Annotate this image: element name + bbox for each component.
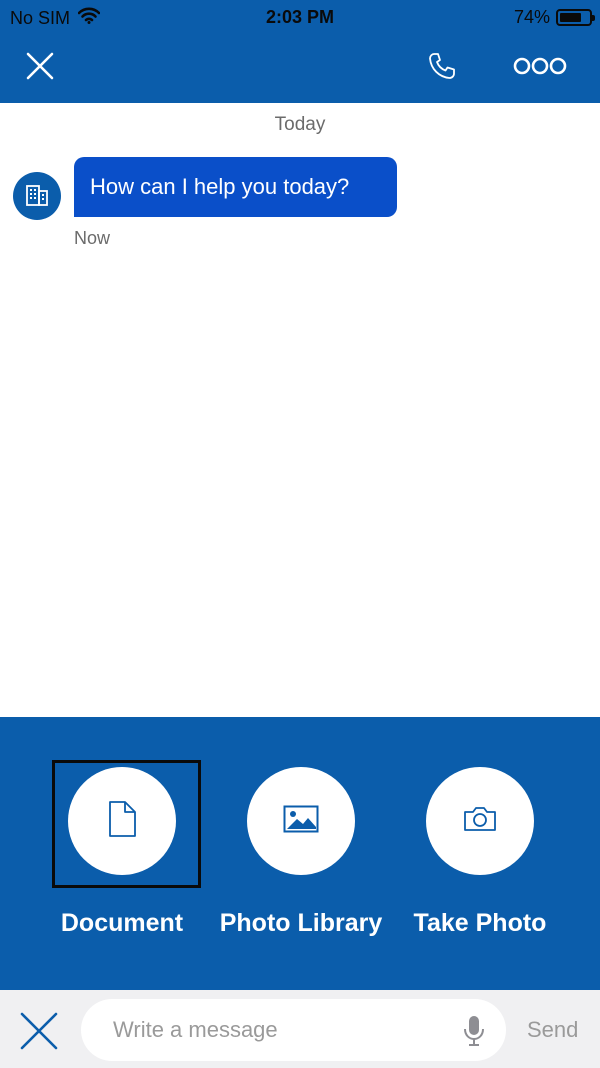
camera-icon bbox=[462, 805, 498, 838]
image-icon bbox=[283, 805, 319, 838]
battery-level bbox=[560, 13, 581, 22]
avatar bbox=[13, 172, 61, 220]
close-icon bbox=[18, 1012, 60, 1056]
close-attachments-button[interactable] bbox=[18, 1010, 60, 1052]
chat-area[interactable]: Today How can I help you today? Now bbox=[0, 103, 600, 717]
more-icon bbox=[513, 57, 567, 80]
take-photo-label: Take Photo bbox=[413, 909, 547, 937]
take-photo-button[interactable] bbox=[426, 767, 534, 875]
status-bar: No SIM 2:03 PM 74% bbox=[0, 0, 600, 34]
document-label: Document bbox=[60, 909, 184, 937]
status-right: 74% bbox=[513, 7, 595, 28]
message-time: Now bbox=[74, 228, 111, 248]
message-input[interactable] bbox=[81, 999, 506, 1061]
close-button[interactable] bbox=[14, 34, 66, 103]
photo-library-label: Photo Library bbox=[219, 909, 383, 937]
message-bubble[interactable]: How can I help you today? bbox=[74, 157, 397, 217]
call-button[interactable] bbox=[416, 34, 468, 103]
close-icon bbox=[25, 51, 55, 86]
day-separator: Today bbox=[274, 114, 326, 135]
photo-library-button[interactable] bbox=[247, 767, 355, 875]
send-button[interactable]: Send bbox=[527, 1017, 578, 1043]
status-time: 2:03 PM bbox=[265, 7, 335, 27]
document-option[interactable]: Document bbox=[32, 767, 212, 947]
more-options-button[interactable] bbox=[508, 34, 572, 103]
take-photo-option[interactable]: Take Photo bbox=[390, 767, 570, 947]
composer-bar: Send bbox=[0, 990, 600, 1068]
microphone-button[interactable] bbox=[462, 1014, 486, 1048]
phone-icon bbox=[427, 51, 457, 86]
battery-percent: 74% bbox=[513, 7, 550, 27]
attachment-panel: Document Photo Library Take Photo bbox=[0, 717, 600, 990]
document-button[interactable] bbox=[68, 767, 176, 875]
nav-bar bbox=[0, 34, 600, 103]
battery-icon bbox=[556, 9, 595, 26]
document-icon bbox=[104, 799, 140, 844]
photo-library-option[interactable]: Photo Library bbox=[211, 767, 391, 947]
building-icon bbox=[23, 180, 51, 213]
microphone-icon bbox=[462, 1016, 486, 1052]
